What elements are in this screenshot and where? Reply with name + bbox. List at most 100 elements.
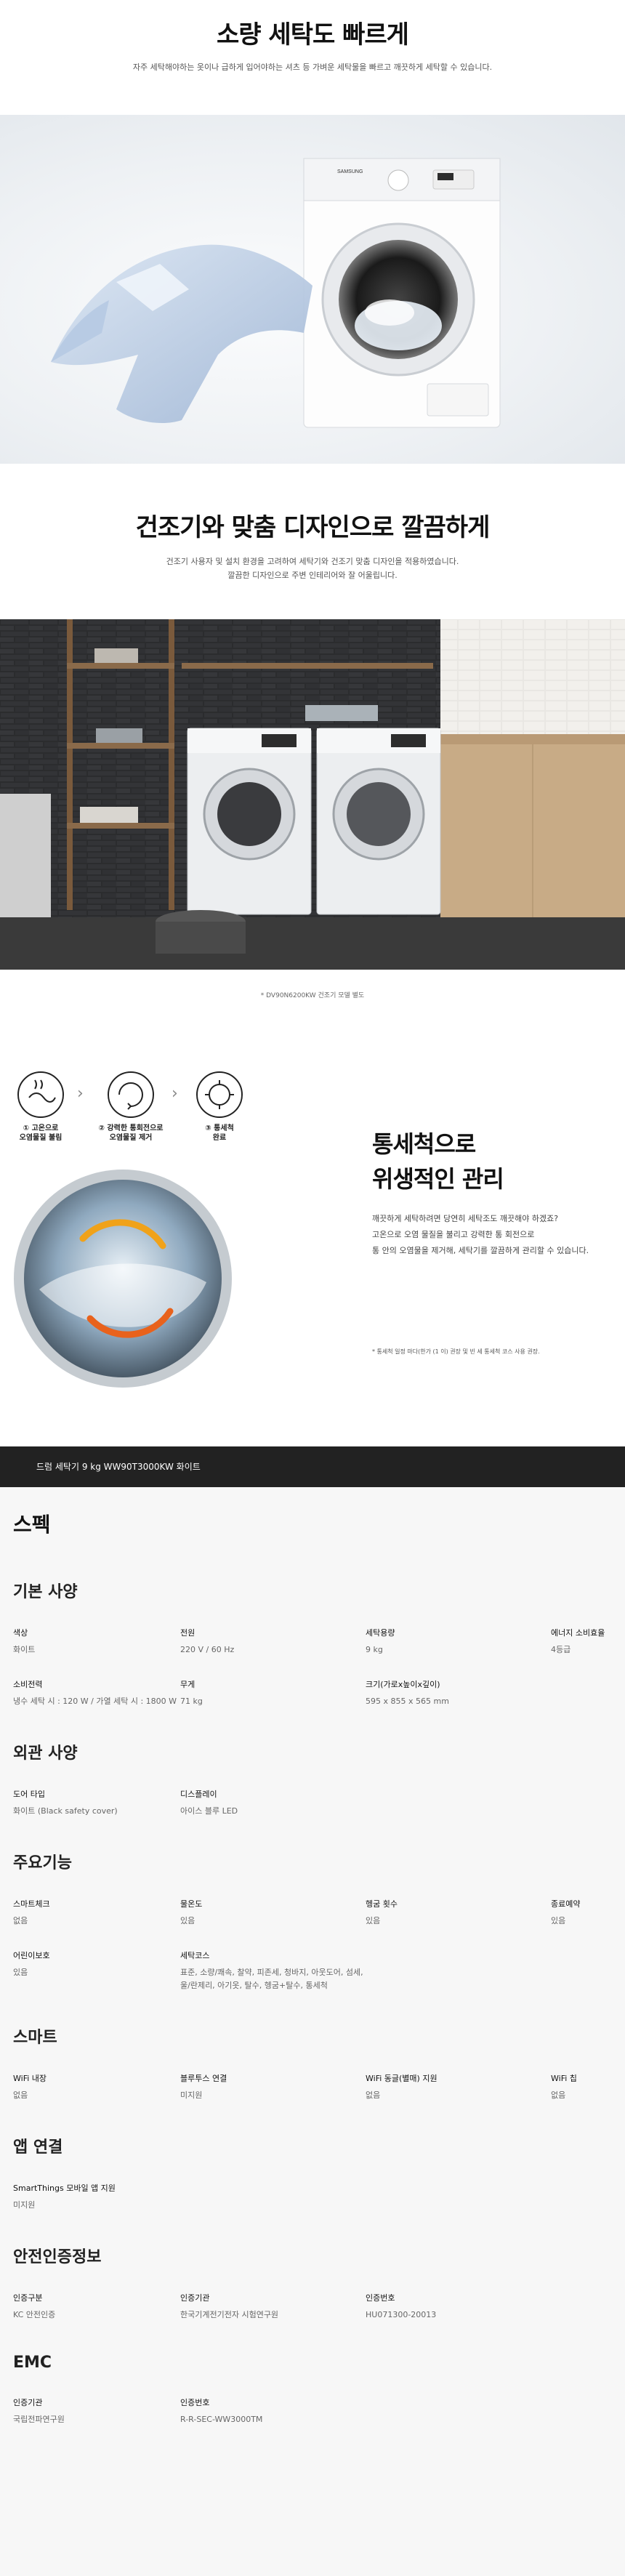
spec-value: 냉수 세탁 시 : 120 W / 가열 세탁 시 : 1800 W <box>13 1696 177 1706</box>
drum-clean-image <box>14 1170 232 1388</box>
spec-value: 있음 <box>551 1916 566 1925</box>
laundry-room-illustration <box>0 619 625 970</box>
hot-water-icon <box>17 1071 64 1118</box>
spec-label: 스마트체크 <box>13 1899 50 1909</box>
spec-label: 인증기관 <box>13 2398 43 2407</box>
spec-grid: 도어 타입 화이트 (Black safety cover) 디스플레이아이스 블루… <box>13 1788 612 1818</box>
drum-clean-desc: 깨끗하게 세탁하려면 당연히 세탁조도 깨끗해야 하겠죠? 고온으로 오염 물질… <box>372 1211 589 1259</box>
spec-label: 소비전력 <box>13 1680 43 1689</box>
spec-value: 아이스 블루 LED <box>180 1806 238 1816</box>
spec-group: EMC 인증기관 국립전파연구원 인증번호 R-R-SEC-WW3000TM <box>13 2354 612 2426</box>
spec-group: 외관 사양도어 타입 화이트 (Black safety cover) 디스플레이아… <box>13 1740 612 1818</box>
spec-value: 없음 <box>13 1916 28 1925</box>
spec-label: 색상 <box>13 1628 28 1638</box>
spec-value: 화이트 <box>13 1645 36 1654</box>
spec-item: WiFi 내장 없음 <box>13 2072 180 2102</box>
spec-label: 인증번호 <box>180 2398 210 2407</box>
spec-value: 표준, 소량/쾌속, 찰약, 피존세, 청바지, 아웃도어, 섬세, 울/란제리… <box>180 1968 363 1990</box>
step-2-num: ② <box>98 1124 105 1132</box>
spec-item: 소비전력냉수 세탁 시 : 120 W / 가열 세탁 시 : 1800 W <box>13 1678 180 1708</box>
specs-section: 스펙 기본 사양 색상 화이트 전원 220 V / 60 Hz 세탁용량 9 kg 에너지 … <box>0 1487 625 2576</box>
spec-item: WiFi 동글(별매) 지원 없음 <box>366 2072 551 2102</box>
spec-grid: 스마트체크 없음 물온도 있음 헹굼 횟수 있음 종료예약 있음 어린이보호 있음 세탁코스 표준, … <box>13 1898 612 1992</box>
spec-value: 9 kg <box>366 1645 383 1654</box>
dryer-design-title: 건조기와 맞춤 디자인으로 깔끔하게 <box>135 513 491 542</box>
drum-clean-title: 통세척으로 위생적인 관리 <box>372 1127 504 1196</box>
spec-label: 블루투스 연결 <box>180 2074 227 2083</box>
dryer-design-section: 건조기와 맞춤 디자인으로 깔끔하게 건조기 사용자 및 설치 환경을 고려하여… <box>0 464 625 619</box>
spec-group-title: 기본 사양 <box>13 1583 78 1601</box>
spec-item: 인증번호 HU071300-20013 <box>366 2292 551 2322</box>
step-2-line2: 오염물질 제거 <box>109 1134 153 1142</box>
spec-value: 4등급 <box>551 1645 571 1654</box>
spec-group: 안전인증정보인증구분 KC 안전인증 인증기관 한국기계전기전자 시험연구원 인증번호 H… <box>13 2244 612 2322</box>
spec-value: 미지원 <box>180 2090 203 2100</box>
step-1-num: ① <box>23 1124 30 1132</box>
drum-clean-desc-3: 통 안의 오염물을 제거해, 세탁기를 깔끔하게 관리할 수 있습니다. <box>372 1246 589 1255</box>
spec-item: 도어 타입 화이트 (Black safety cover) <box>13 1788 180 1818</box>
chevron-right-icon: › <box>172 1084 178 1103</box>
spec-item: 인증기관 국립전파연구원 <box>13 2396 180 2426</box>
spec-label: 에너지 소비효율 <box>551 1628 605 1638</box>
spec-value: 없음 <box>551 2090 566 2100</box>
spec-item: SmartThings 모바일 앱 지원미지원 <box>13 2182 180 2212</box>
small-load-section: 소량 세탁도 빠르게 자주 세탁해야하는 옷이나 급하게 입어야하는 셔츠 등 … <box>0 0 625 115</box>
spec-value: 없음 <box>13 2090 28 2100</box>
spec-item: 종료예약 있음 <box>551 1898 610 1928</box>
specs-title: 스펙 <box>13 1513 51 1537</box>
step-3-line1: 통세척 <box>214 1124 234 1132</box>
drum-clean-section: ① 고온으로 오염물질 불림 › ② 강력한 통회전으로 오염물질 제거 › ③… <box>0 1057 625 1446</box>
step-1-line1: 고온으로 <box>31 1124 59 1132</box>
step-3-line2: 완료 <box>212 1134 227 1142</box>
drum-clean-desc-1: 깨끗하게 세탁하려면 당연히 세탁조도 깨끗해야 하겠죠? <box>372 1214 559 1223</box>
spec-item: 인증기관 한국기계전기전자 시험연구원 <box>180 2292 366 2322</box>
spec-grid: 인증구분 KC 안전인증 인증기관 한국기계전기전자 시험연구원 인증번호 HU07130… <box>13 2292 612 2322</box>
small-load-title: 소량 세탁도 빠르게 <box>217 20 409 49</box>
spec-value: 미지원 <box>13 2200 36 2210</box>
rotate-icon <box>108 1071 154 1118</box>
spec-item: 세탁용량 9 kg <box>366 1627 551 1657</box>
spec-group: 앱 연결 SmartThings 모바일 앱 지원 미지원 <box>13 2134 612 2212</box>
washer-shirt-image: SAMSUNG <box>0 115 625 464</box>
spec-label: SmartThings 모바일 앱 지원 <box>13 2183 116 2193</box>
spec-label: 인증번호 <box>366 2293 395 2303</box>
spec-value: 한국기계전기전자 시험연구원 <box>180 2310 279 2319</box>
spec-item: 어린이보호 있음 <box>13 1949 180 1992</box>
spec-value: 있음 <box>180 1916 195 1925</box>
spec-label: 디스플레이 <box>180 1790 217 1799</box>
spec-item: 색상화이트 <box>13 1627 180 1657</box>
spec-item: 무게 71 kg <box>180 1678 366 1708</box>
spec-item: 크기(가로x높이x깊이) 595 x 855 x 565 mm <box>366 1678 551 1708</box>
spec-item: 디스플레이아이스 블루 LED <box>180 1788 366 1818</box>
spec-value: 있음 <box>13 1968 28 1977</box>
spec-value: KC 안전인증 <box>13 2310 56 2319</box>
image-note: * DV90N6200KW 건조기 모델 별도 <box>260 992 365 999</box>
spec-item: 블루투스 연결미지원 <box>180 2072 366 2102</box>
step-1-line2: 오염물질 불림 <box>19 1134 62 1142</box>
spec-label: 크기(가로x높이x깊이) <box>366 1680 440 1689</box>
step-2-line1: 강력한 통회전으로 <box>107 1124 164 1132</box>
spec-groups: 기본 사양 색상 화이트 전원 220 V / 60 Hz 세탁용량 9 kg 에너지 소비효… <box>13 1579 612 2426</box>
spec-value: 220 V / 60 Hz <box>180 1645 235 1654</box>
drum-clean-desc-2: 고온으로 오염 물질을 불리고 강력한 통 회전으로 <box>372 1230 535 1239</box>
spec-group-title: 주요기능 <box>13 1854 72 1872</box>
spec-group-title: 스마트 <box>13 2029 57 2047</box>
spec-grid: 인증기관 국립전파연구원 인증번호 R-R-SEC-WW3000TM <box>13 2396 612 2426</box>
spec-item: 세탁코스 표준, 소량/쾌속, 찰약, 피존세, 청바지, 아웃도어, 섬세, 울… <box>180 1949 366 1992</box>
product-model-bar: 드럼 세탁기 9 kg WW90T3000KW 화이트 <box>0 1446 625 1487</box>
spec-group-title: 안전인증정보 <box>13 2248 102 2266</box>
spec-label: 전원 <box>180 1628 195 1638</box>
drum-clean-step-1: ① 고온으로 오염물질 불림 <box>15 1071 67 1143</box>
washer-brand: SAMSUNG <box>337 169 363 174</box>
spec-group-title: 외관 사양 <box>13 1744 78 1763</box>
spec-grid: 색상 화이트 전원 220 V / 60 Hz 세탁용량 9 kg 에너지 소비효율 4등급 소… <box>13 1627 612 1708</box>
spec-value: 없음 <box>366 2090 381 2100</box>
small-load-desc: 자주 세탁해야하는 옷이나 급하게 입어야하는 셔츠 등 가벼운 세탁물을 빠르… <box>132 63 493 72</box>
spec-group: 기본 사양 색상 화이트 전원 220 V / 60 Hz 세탁용량 9 kg 에너지 소비효… <box>13 1579 612 1708</box>
spec-label: 도어 타입 <box>13 1790 45 1799</box>
drum-clean-step-3: ③ 통세척 완료 <box>188 1071 251 1143</box>
laundry-room-image <box>0 619 625 970</box>
spec-label: 물온도 <box>180 1899 203 1909</box>
dryer-design-desc-2: 깔끔한 디자인으로 주변 인테리어와 잘 어울립니다. <box>227 571 398 580</box>
spec-item: 인증구분 KC 안전인증 <box>13 2292 180 2322</box>
